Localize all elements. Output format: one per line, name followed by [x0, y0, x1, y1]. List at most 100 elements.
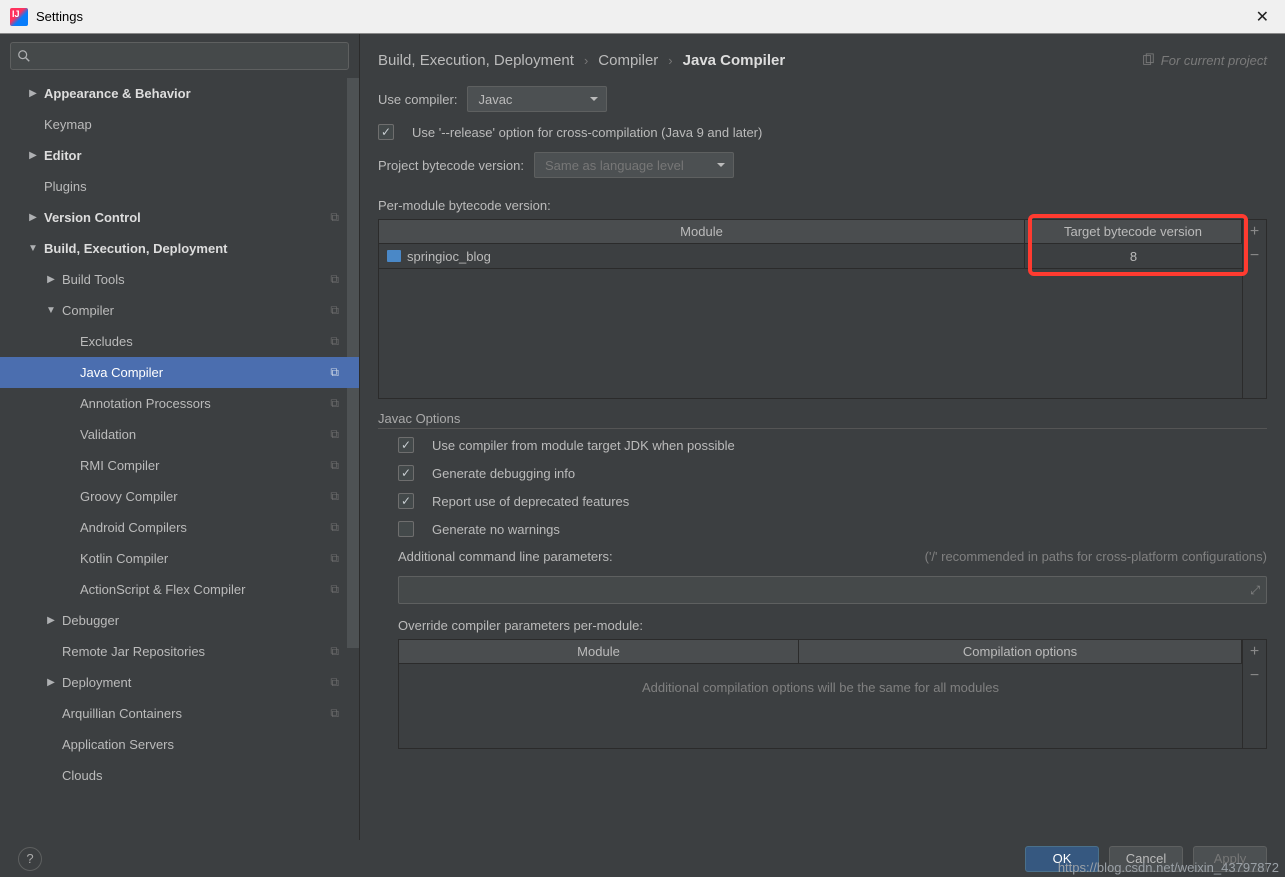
project-scope-icon: ⧉: [330, 706, 339, 721]
sidebar-item-keymap[interactable]: ▶Keymap: [0, 109, 359, 140]
module-icon: [387, 250, 401, 262]
sidebar-item-remote-jar-repositories[interactable]: ▶Remote Jar Repositories⧉: [0, 636, 359, 667]
sidebar-item-label: Excludes: [80, 334, 359, 349]
breadcrumb-mid[interactable]: Compiler: [598, 52, 658, 69]
help-button[interactable]: ?: [18, 847, 42, 871]
no-warnings-checkbox[interactable]: [398, 521, 414, 537]
th-module[interactable]: Module: [379, 220, 1025, 243]
report-deprecated-checkbox[interactable]: [398, 493, 414, 509]
breadcrumb-root[interactable]: Build, Execution, Deployment: [378, 52, 574, 69]
sidebar-item-kotlin-compiler[interactable]: ▶Kotlin Compiler⧉: [0, 543, 359, 574]
sidebar-item-label: Validation: [80, 427, 359, 442]
breadcrumb-leaf: Java Compiler: [683, 52, 786, 69]
override-table-empty: Additional compilation options will be t…: [399, 664, 1242, 711]
sidebar-item-annotation-processors[interactable]: ▶Annotation Processors⧉: [0, 388, 359, 419]
override-remove-button[interactable]: −: [1243, 664, 1266, 688]
sidebar-item-build-execution-deployment[interactable]: ▼Build, Execution, Deployment: [0, 233, 359, 264]
sidebar-item-debugger[interactable]: ▶Debugger: [0, 605, 359, 636]
chevron-icon: ▶: [44, 677, 58, 688]
sidebar-item-groovy-compiler[interactable]: ▶Groovy Compiler⧉: [0, 481, 359, 512]
target-bytecode-cell[interactable]: 8: [1025, 244, 1242, 268]
sidebar-item-build-tools[interactable]: ▶Build Tools⧉: [0, 264, 359, 295]
breadcrumb: Build, Execution, Deployment › Compiler …: [378, 46, 1267, 74]
sidebar-item-label: Plugins: [44, 179, 359, 194]
sidebar-item-android-compilers[interactable]: ▶Android Compilers⧉: [0, 512, 359, 543]
use-module-jdk-checkbox[interactable]: [398, 437, 414, 453]
sidebar-item-validation[interactable]: ▶Validation⧉: [0, 419, 359, 450]
sidebar-item-application-servers[interactable]: ▶Application Servers: [0, 729, 359, 760]
project-scope-icon: ⧉: [330, 427, 339, 442]
titlebar: Settings ✕: [0, 0, 1285, 34]
additional-params-input[interactable]: ⤢: [398, 576, 1267, 604]
use-module-jdk-label: Use compiler from module target JDK when…: [432, 438, 735, 453]
for-current-project-hint: For current project: [1141, 53, 1267, 68]
release-option-label: Use '--release' option for cross-compila…: [412, 125, 762, 140]
sidebar-item-arquillian-containers[interactable]: ▶Arquillian Containers⧉: [0, 698, 359, 729]
gen-debug-checkbox[interactable]: [398, 465, 414, 481]
watermark-text: https://blog.csdn.net/weixin_43797872: [1058, 860, 1279, 875]
sidebar-item-actionscript-flex-compiler[interactable]: ▶ActionScript & Flex Compiler⧉: [0, 574, 359, 605]
copy-icon: [1141, 53, 1155, 67]
project-scope-icon: ⧉: [330, 582, 339, 597]
expand-icon[interactable]: ⤢: [1250, 583, 1260, 598]
sidebar-item-java-compiler[interactable]: ▶Java Compiler⧉: [0, 357, 359, 388]
app-icon: [10, 8, 28, 26]
sidebar-item-label: Arquillian Containers: [62, 706, 359, 721]
chevron-icon: ▼: [44, 305, 58, 316]
add-row-button[interactable]: +: [1243, 220, 1266, 244]
per-module-table: Module Target bytecode version springioc…: [378, 219, 1267, 399]
sidebar-item-label: Deployment: [62, 675, 359, 690]
sidebar-item-deployment[interactable]: ▶ Deployment⧉: [0, 667, 359, 698]
per-module-label: Per-module bytecode version:: [378, 198, 1267, 213]
module-cell[interactable]: springioc_blog: [379, 244, 1025, 268]
sidebar-item-label: Build Tools: [62, 272, 359, 287]
javac-options-label: Javac Options: [378, 411, 1267, 429]
th-override-options[interactable]: Compilation options: [799, 640, 1242, 663]
sidebar-item-excludes[interactable]: ▶Excludes⧉: [0, 326, 359, 357]
project-scope-icon: ⧉: [330, 396, 339, 411]
sidebar-item-clouds[interactable]: ▶Clouds: [0, 760, 359, 791]
th-override-module[interactable]: Module: [399, 640, 799, 663]
sidebar-item-appearance-behavior[interactable]: ▶Appearance & Behavior: [0, 78, 359, 109]
chevron-icon: ▶: [26, 212, 40, 223]
chevron-icon: ▶: [44, 274, 58, 285]
project-scope-icon: ⧉: [330, 675, 339, 690]
sidebar-item-label: Version Control: [44, 210, 359, 225]
sidebar-item-label: ActionScript & Flex Compiler: [80, 582, 359, 597]
sidebar-item-label: Compiler: [62, 303, 359, 318]
sidebar-item-label: Java Compiler: [80, 365, 359, 380]
use-compiler-dropdown[interactable]: Javac: [467, 86, 607, 112]
use-compiler-label: Use compiler:: [378, 92, 457, 107]
close-icon[interactable]: ✕: [1250, 7, 1275, 27]
settings-sidebar: ▶Appearance & Behavior▶Keymap▶Editor▶Plu…: [0, 34, 360, 840]
report-deprecated-label: Report use of deprecated features: [432, 494, 629, 509]
project-scope-icon: ⧉: [330, 644, 339, 659]
sidebar-item-compiler[interactable]: ▼ Compiler⧉: [0, 295, 359, 326]
sidebar-item-label: Keymap: [44, 117, 359, 132]
chevron-right-icon: ›: [668, 53, 672, 68]
sidebar-item-label: Clouds: [62, 768, 359, 783]
settings-main-panel: Build, Execution, Deployment › Compiler …: [360, 34, 1285, 840]
settings-tree: ▶Appearance & Behavior▶Keymap▶Editor▶Plu…: [0, 78, 359, 840]
override-table: Module Compilation options Additional co…: [398, 639, 1267, 749]
sidebar-item-label: Annotation Processors: [80, 396, 359, 411]
chevron-right-icon: ›: [584, 53, 588, 68]
sidebar-item-label: Application Servers: [62, 737, 359, 752]
gen-debug-label: Generate debugging info: [432, 466, 575, 481]
sidebar-item-plugins[interactable]: ▶Plugins: [0, 171, 359, 202]
sidebar-item-editor[interactable]: ▶Editor: [0, 140, 359, 171]
project-bytecode-dropdown[interactable]: Same as language level: [534, 152, 734, 178]
sidebar-item-rmi-compiler[interactable]: ▶RMI Compiler⧉: [0, 450, 359, 481]
sidebar-item-label: Android Compilers: [80, 520, 359, 535]
override-add-button[interactable]: +: [1243, 640, 1266, 664]
no-warnings-label: Generate no warnings: [432, 522, 560, 537]
search-input[interactable]: [10, 42, 349, 70]
release-option-checkbox[interactable]: [378, 124, 394, 140]
project-scope-icon: ⧉: [330, 303, 339, 318]
search-icon: [17, 49, 31, 63]
sidebar-item-version-control[interactable]: ▶Version Control⧉: [0, 202, 359, 233]
remove-row-button[interactable]: −: [1243, 244, 1266, 268]
window-title: Settings: [36, 9, 1250, 24]
override-params-label: Override compiler parameters per-module:: [398, 618, 1267, 633]
th-target-bytecode[interactable]: Target bytecode version: [1025, 220, 1242, 243]
